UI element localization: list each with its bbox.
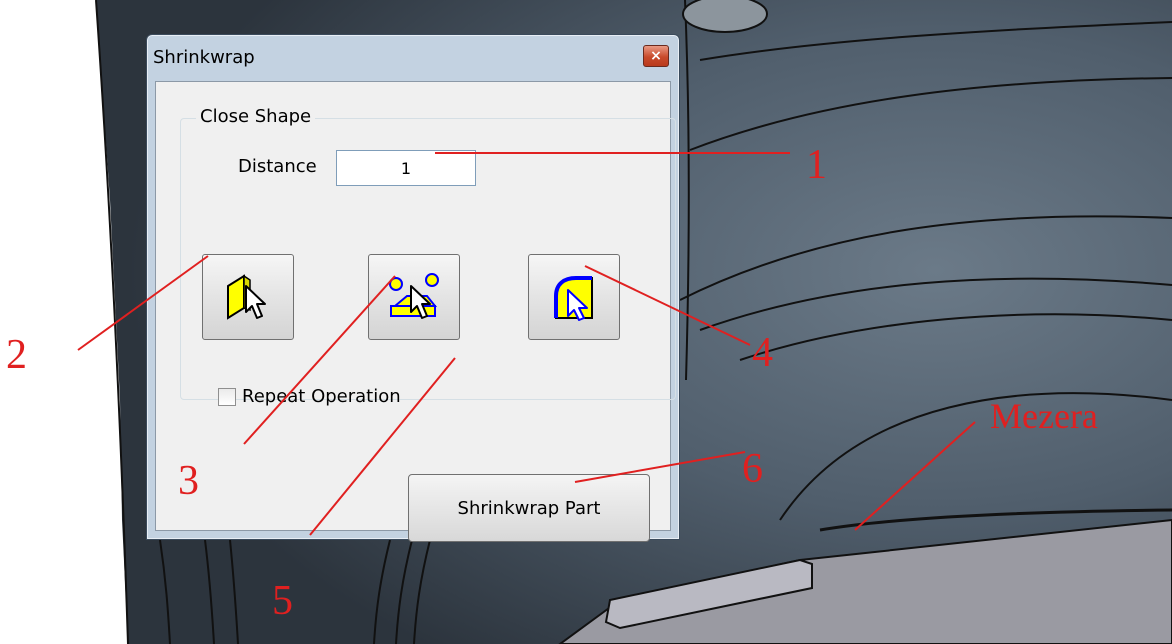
shrinkwrap-dialog: Shrinkwrap × Close Shape Distance 1 Repe… (146, 34, 680, 542)
select-features-icon (389, 273, 439, 319)
distance-input[interactable] (336, 150, 476, 186)
repeat-operation-checkbox[interactable] (218, 387, 236, 406)
select-features-button[interactable] (368, 254, 460, 340)
repeat-operation-option[interactable]: Repeat Operation (218, 386, 401, 407)
repeat-operation-label: Repeat Operation (242, 386, 401, 407)
select-edge-button[interactable] (528, 254, 620, 340)
select-face-icon (227, 274, 266, 320)
select-edge-icon (554, 276, 593, 321)
dialog-titlebar[interactable]: Shrinkwrap × (147, 35, 679, 81)
select-face-button[interactable] (202, 254, 294, 340)
dialog-client: Close Shape Distance 1 Repeat Operation … (155, 81, 676, 542)
close-shape-label: Close Shape (196, 106, 316, 127)
dialog-title: Shrinkwrap (153, 47, 255, 68)
close-button[interactable]: × (643, 45, 669, 67)
distance-label: Distance (238, 156, 317, 177)
shrinkwrap-part-button[interactable]: Shrinkwrap Part (408, 474, 650, 542)
close-icon: × (650, 48, 662, 64)
